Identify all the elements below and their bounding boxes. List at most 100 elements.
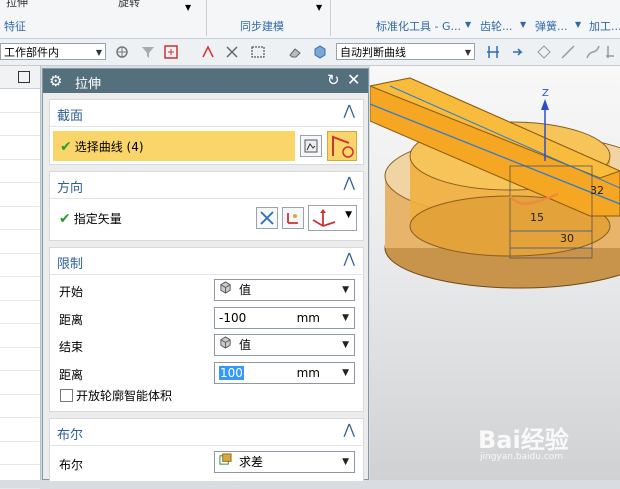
dropdown-arrow-icon[interactable]: ▼ [185, 3, 191, 12]
ribbon-group-machining[interactable]: 加工... [589, 18, 620, 34]
more-tools-icon[interactable] [604, 44, 620, 60]
dimension-label-b: 30 [560, 232, 574, 245]
curve-rule-combo[interactable]: 自动判断曲线 ▼ [336, 43, 475, 60]
dropdown-arrow-icon[interactable]: ▼ [316, 3, 322, 12]
dropdown-arrow-icon[interactable]: ▼ [575, 20, 581, 29]
navigator-row[interactable] [0, 418, 40, 442]
extrude-ribbon-label[interactable]: 拉伸 [6, 0, 28, 10]
chain-icon[interactable] [536, 44, 552, 60]
navigator-row[interactable] [0, 277, 40, 301]
line-icon[interactable] [560, 44, 576, 60]
boolean-header[interactable]: 布尔 ⋀ [50, 419, 363, 445]
section-label: 截面 [57, 109, 84, 124]
ribbon-group-standard-tools[interactable]: 标准化工具 - G... [376, 18, 461, 34]
solid-body-icon[interactable] [312, 44, 328, 60]
boolean-panel: 布尔 ⋀ 布尔 求差 ▼ [49, 418, 364, 481]
chevron-down-icon[interactable]: ▼ [342, 363, 349, 383]
navigator-row[interactable] [0, 207, 40, 230]
unit-label: mm [296, 366, 320, 380]
select-curve-row[interactable]: ✔ 选择曲线 (4) [53, 131, 295, 161]
sketch-section-button[interactable] [300, 135, 322, 157]
extrude-dialog: ⚙ 拉伸 ↻ ✕ 截面 ⋀ ✔ 选择曲线 (4) 方向 ⋀ ✔ 指定矢量 ▼ 限… [42, 68, 369, 481]
stop-at-intersection-icon[interactable] [485, 44, 501, 60]
navigator-row[interactable] [0, 254, 40, 277]
navigator-row[interactable] [0, 230, 40, 254]
vector-dialog-button[interactable] [282, 207, 304, 229]
navigator-row[interactable] [0, 395, 40, 418]
ribbon-group-features[interactable]: 特征 [4, 18, 26, 34]
rectangle-select-icon[interactable] [250, 44, 266, 60]
end-distance-input[interactable]: 100 mm ▼ [214, 362, 355, 384]
navigator-row[interactable] [0, 324, 40, 348]
divider [50, 445, 363, 446]
collapse-icon[interactable]: ⋀ [344, 103, 355, 119]
navigator-row[interactable] [0, 160, 40, 183]
maximize-icon[interactable] [18, 71, 30, 83]
snap-point-icon[interactable] [114, 44, 130, 60]
navigator-row[interactable] [0, 89, 40, 113]
eraser-icon[interactable] [287, 44, 303, 60]
dialog-title-bar[interactable]: ⚙ 拉伸 ↻ ✕ [43, 69, 368, 93]
curve-point-icon[interactable] [200, 44, 216, 60]
start-distance-input[interactable]: -100 mm ▼ [214, 307, 355, 329]
navigator-row[interactable] [0, 113, 40, 136]
end-type-dropdown[interactable]: 值 ▼ [214, 334, 355, 356]
collapse-icon[interactable]: ⋀ [344, 175, 355, 191]
follow-fillet-icon[interactable] [510, 44, 526, 60]
snap-intersection-icon[interactable] [224, 44, 240, 60]
navigator-row[interactable] [0, 301, 40, 324]
dropdown-arrow-icon[interactable]: ▼ [520, 20, 526, 29]
boolean-dropdown[interactable]: 求差 ▼ [214, 451, 355, 473]
navigator-row[interactable] [0, 136, 40, 160]
close-icon[interactable]: ✕ [347, 70, 360, 89]
section-panel: 截面 ⋀ ✔ 选择曲线 (4) [49, 99, 364, 165]
navigator-row[interactable] [0, 371, 40, 395]
ribbon-group-gears[interactable]: 齿轮... [480, 18, 513, 34]
chevron-down-icon: ▼ [464, 48, 471, 57]
start-type-dropdown[interactable]: 值 ▼ [214, 279, 355, 301]
ribbon-divider [330, 0, 331, 36]
start-label: 开始 [59, 285, 84, 299]
watermark-url: jingyan.baidu.com [480, 452, 564, 462]
ribbon-group-springs[interactable]: 弹簧... [535, 18, 568, 34]
start-type-value: 值 [239, 283, 252, 297]
select-curve-button[interactable] [327, 131, 357, 161]
direction-panel: 方向 ⋀ ✔ 指定矢量 ▼ [49, 171, 364, 241]
chevron-down-icon[interactable]: ▼ [342, 308, 349, 328]
subtract-icon [219, 452, 233, 472]
divider [50, 126, 363, 127]
open-profile-checkbox[interactable] [60, 389, 73, 402]
select-curve-text: ✔ 选择曲线 (4) [60, 138, 144, 155]
reverse-direction-button[interactable] [256, 207, 278, 229]
select-feature-icon[interactable] [163, 44, 179, 60]
reset-icon[interactable]: ↻ [327, 71, 340, 89]
chevron-down-icon: ▼ [342, 340, 349, 350]
vector-type-dropdown[interactable]: ▼ [308, 205, 357, 231]
dimension-label-a: 15 [530, 211, 544, 224]
revolve-ribbon-label[interactable]: 旋转 [118, 0, 140, 10]
ribbon-group-sync-modeling[interactable]: 同步建模 [240, 18, 284, 34]
navigator-row[interactable] [0, 442, 40, 465]
part-navigator [0, 66, 41, 489]
start-distance-value: -100 [219, 311, 247, 325]
collapse-icon[interactable]: ⋀ [344, 422, 355, 438]
collapse-icon[interactable]: ⋀ [344, 251, 355, 267]
dropdown-arrow-icon[interactable]: ▼ [465, 20, 471, 29]
ribbon-divider [206, 0, 207, 36]
section-header[interactable]: 截面 ⋀ [50, 100, 363, 126]
filter-icon[interactable] [140, 44, 156, 60]
chevron-down-icon: ▼ [95, 48, 102, 57]
direction-header[interactable]: 方向 ⋀ [50, 172, 363, 198]
chevron-down-icon: ▼ [342, 285, 349, 295]
direction-label: 方向 [57, 181, 84, 196]
chevron-down-icon: ▼ [345, 210, 352, 220]
navigator-row[interactable] [0, 348, 40, 371]
navigator-row[interactable] [0, 465, 40, 489]
navigator-row[interactable] [0, 183, 40, 207]
sketch-icon [304, 139, 318, 153]
graphics-viewport[interactable]: 15 30 32 Z [370, 66, 620, 480]
gear-icon[interactable]: ⚙ [49, 72, 62, 90]
limits-header[interactable]: 限制 ⋀ [50, 248, 363, 274]
curve-icon[interactable] [585, 44, 601, 60]
type-filter-combo[interactable]: 工作部件内 ▼ [0, 43, 106, 60]
